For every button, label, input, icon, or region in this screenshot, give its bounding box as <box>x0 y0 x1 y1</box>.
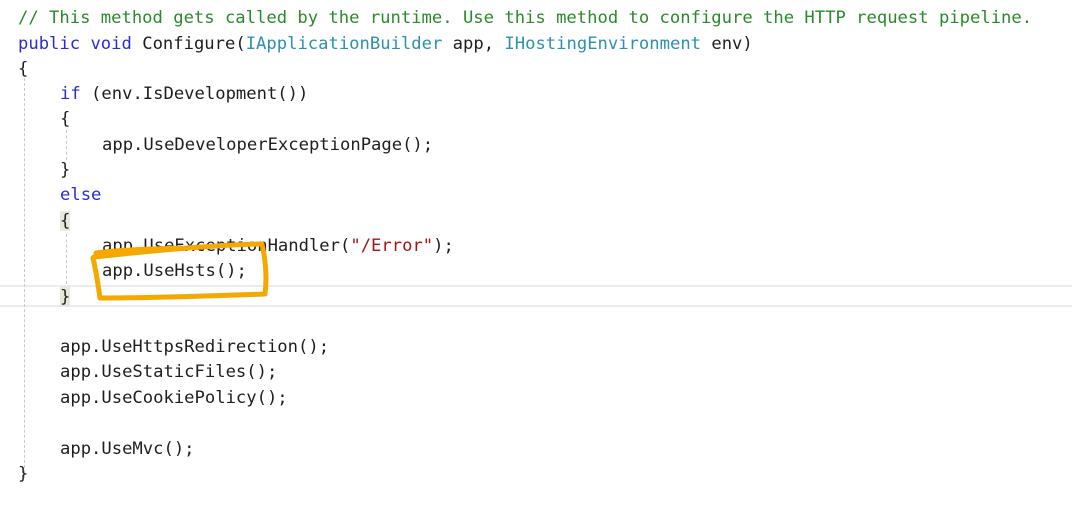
open-brace-line: { <box>18 59 29 79</box>
call-end: ); <box>433 236 454 256</box>
method-signature-line: public void Configure(IApplicationBuilde… <box>18 32 753 57</box>
comment-text: // This method gets called by the runtim… <box>18 8 1033 28</box>
else-open-brace: { <box>60 209 71 234</box>
keyword-else: else <box>60 185 102 205</box>
close-brace-line: } <box>18 464 29 484</box>
indent-guide <box>24 78 25 478</box>
use-exception-handler-line: app.UseExceptionHandler("/Error"); <box>102 234 454 259</box>
use-mvc-line: app.UseMvc(); <box>60 439 195 459</box>
if-close-brace: } <box>60 160 71 180</box>
method-name: Configure( <box>142 34 246 54</box>
else-close-brace: } <box>60 285 71 310</box>
use-https-redirection-line: app.UseHttpsRedirection(); <box>60 337 330 357</box>
matched-brace: { <box>60 211 71 231</box>
type-application-builder: IApplicationBuilder <box>245 34 443 54</box>
keyword-void: void <box>90 34 132 54</box>
type-hosting-environment: IHostingEnvironment <box>504 34 702 54</box>
indent-guide <box>66 130 67 160</box>
indent-guide <box>66 234 67 284</box>
use-cookie-policy-line: app.UseCookiePolicy(); <box>60 388 288 408</box>
code-editor[interactable]: // This method gets called by the runtim… <box>0 0 1072 513</box>
keyword-public: public <box>18 34 81 54</box>
keyword-if: if <box>60 84 81 104</box>
if-open-brace: { <box>60 109 71 129</box>
param-env: env) <box>701 34 753 54</box>
code-comment-line: // This method gets called by the runtim… <box>18 6 1032 31</box>
current-line-highlight <box>0 285 1072 307</box>
use-static-files-line: app.UseStaticFiles(); <box>60 362 278 382</box>
matched-brace: } <box>60 287 71 307</box>
call-text: app.UseExceptionHandler( <box>102 236 351 256</box>
use-hsts-line: app.UseHsts(); <box>102 261 247 281</box>
if-line: if (env.IsDevelopment()) <box>60 82 308 107</box>
if-condition: (env.IsDevelopment()) <box>80 84 309 104</box>
else-line: else <box>60 183 101 208</box>
string-literal: "/Error" <box>350 236 434 256</box>
param-app: app, <box>442 34 505 54</box>
use-developer-exception-page-line: app.UseDeveloperExceptionPage(); <box>102 135 434 155</box>
